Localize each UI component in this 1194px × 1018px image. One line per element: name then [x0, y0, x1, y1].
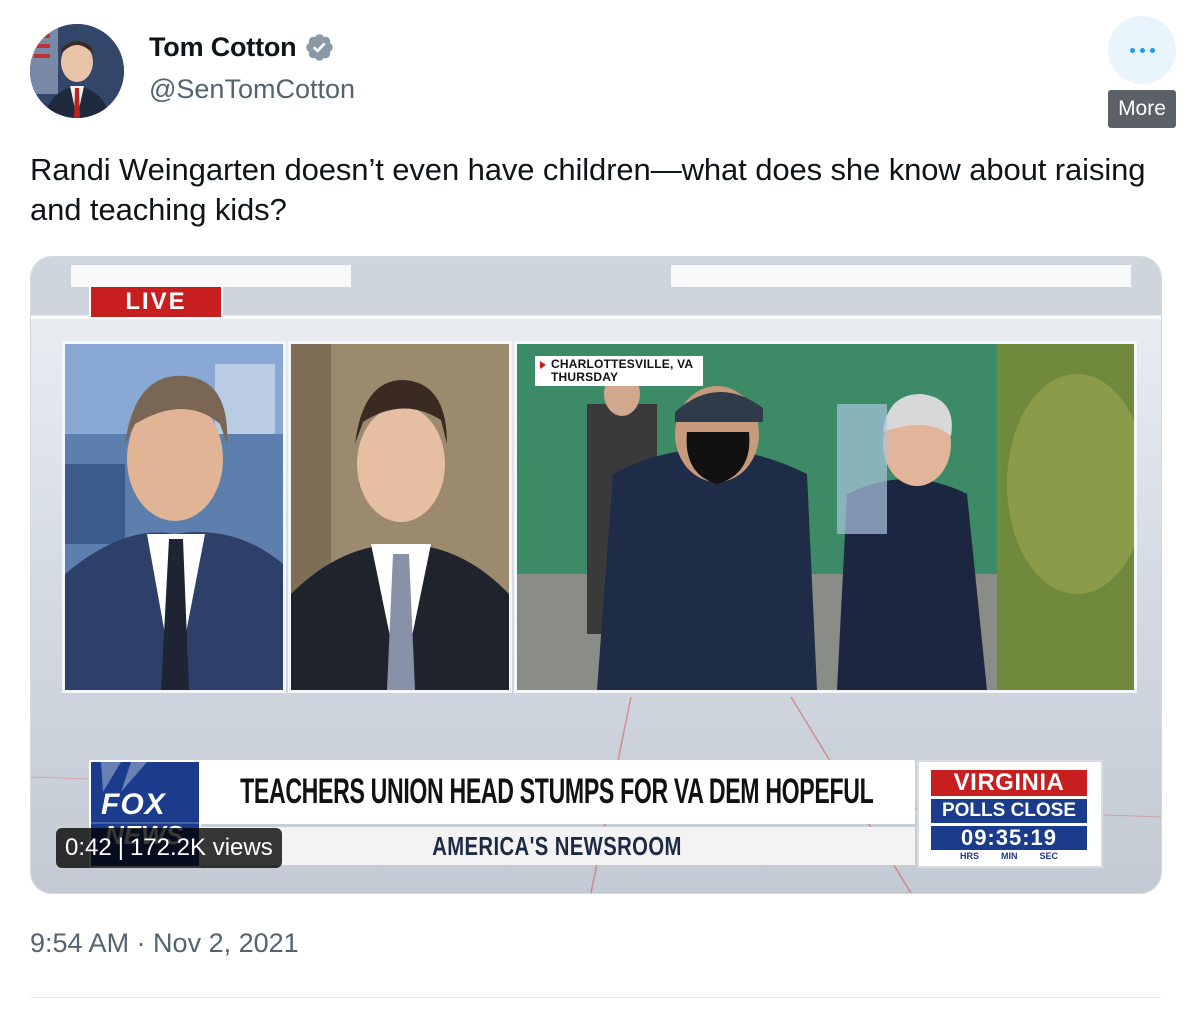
more-horizontal-icon [1129, 47, 1155, 53]
poll-unit-sec: SEC [1039, 851, 1058, 861]
show-name: AMERICA'S NEWSROOM [432, 830, 682, 861]
fox-logo-text: FOX [101, 788, 166, 821]
poll-units: HRS MIN SEC [931, 851, 1087, 861]
anchor-panel [62, 341, 286, 693]
author-handle[interactable]: @SenTomCotton [149, 74, 355, 105]
poll-unit-min: MIN [1000, 851, 1018, 861]
avatar-image [30, 24, 124, 118]
divider [30, 997, 1161, 998]
field-footage-panel: CHARLOTTESVILLE, VA THURSDAY [514, 341, 1137, 693]
author-name[interactable]: Tom Cotton [149, 32, 297, 63]
tweet-text: Randi Weingarten doesn’t even have child… [30, 152, 1146, 227]
more-button[interactable] [1108, 16, 1176, 84]
location-day: THURSDAY [551, 370, 619, 384]
field-footage-image [517, 344, 1134, 690]
video-stats-overlay: 0:42 | 172.2K views [56, 828, 282, 868]
poll-countdown: 09:35:19 [931, 826, 1087, 850]
show-name-bar: AMERICA'S NEWSROOM [199, 827, 915, 865]
verified-badge-icon [306, 34, 334, 61]
tweet-timestamp[interactable]: 9:54 AM · Nov 2, 2021 [30, 928, 299, 959]
avatar[interactable] [30, 24, 124, 118]
headline-text: TEACHERS UNION HEAD STUMPS FOR VA DEM HO… [240, 772, 874, 811]
poll-unit-hrs: HRS [959, 851, 979, 861]
live-badge: LIVE [89, 285, 223, 319]
video-elapsed-time: 0:42 [65, 834, 112, 861]
stats-separator: | [117, 834, 124, 861]
more-tooltip: More [1108, 90, 1176, 128]
poll-title: VIRGINIA [931, 770, 1087, 796]
video-view-count: 172.2K views [129, 834, 273, 861]
chyron-headline: TEACHERS UNION HEAD STUMPS FOR VA DEM HO… [199, 760, 915, 824]
poll-subtitle: POLLS CLOSE [931, 799, 1087, 823]
anchor-image [65, 344, 283, 690]
location-tag: CHARLOTTESVILLE, VA THURSDAY [535, 356, 704, 386]
poll-countdown-box: VIRGINIA POLLS CLOSE 09:35:19 HRS MIN SE… [917, 760, 1103, 868]
video-player[interactable]: LIVE CHARLOTTESVILLE, VA THURSDAY FOX TE… [30, 256, 1162, 894]
guest-panel [288, 341, 512, 693]
guest-image [291, 344, 509, 690]
